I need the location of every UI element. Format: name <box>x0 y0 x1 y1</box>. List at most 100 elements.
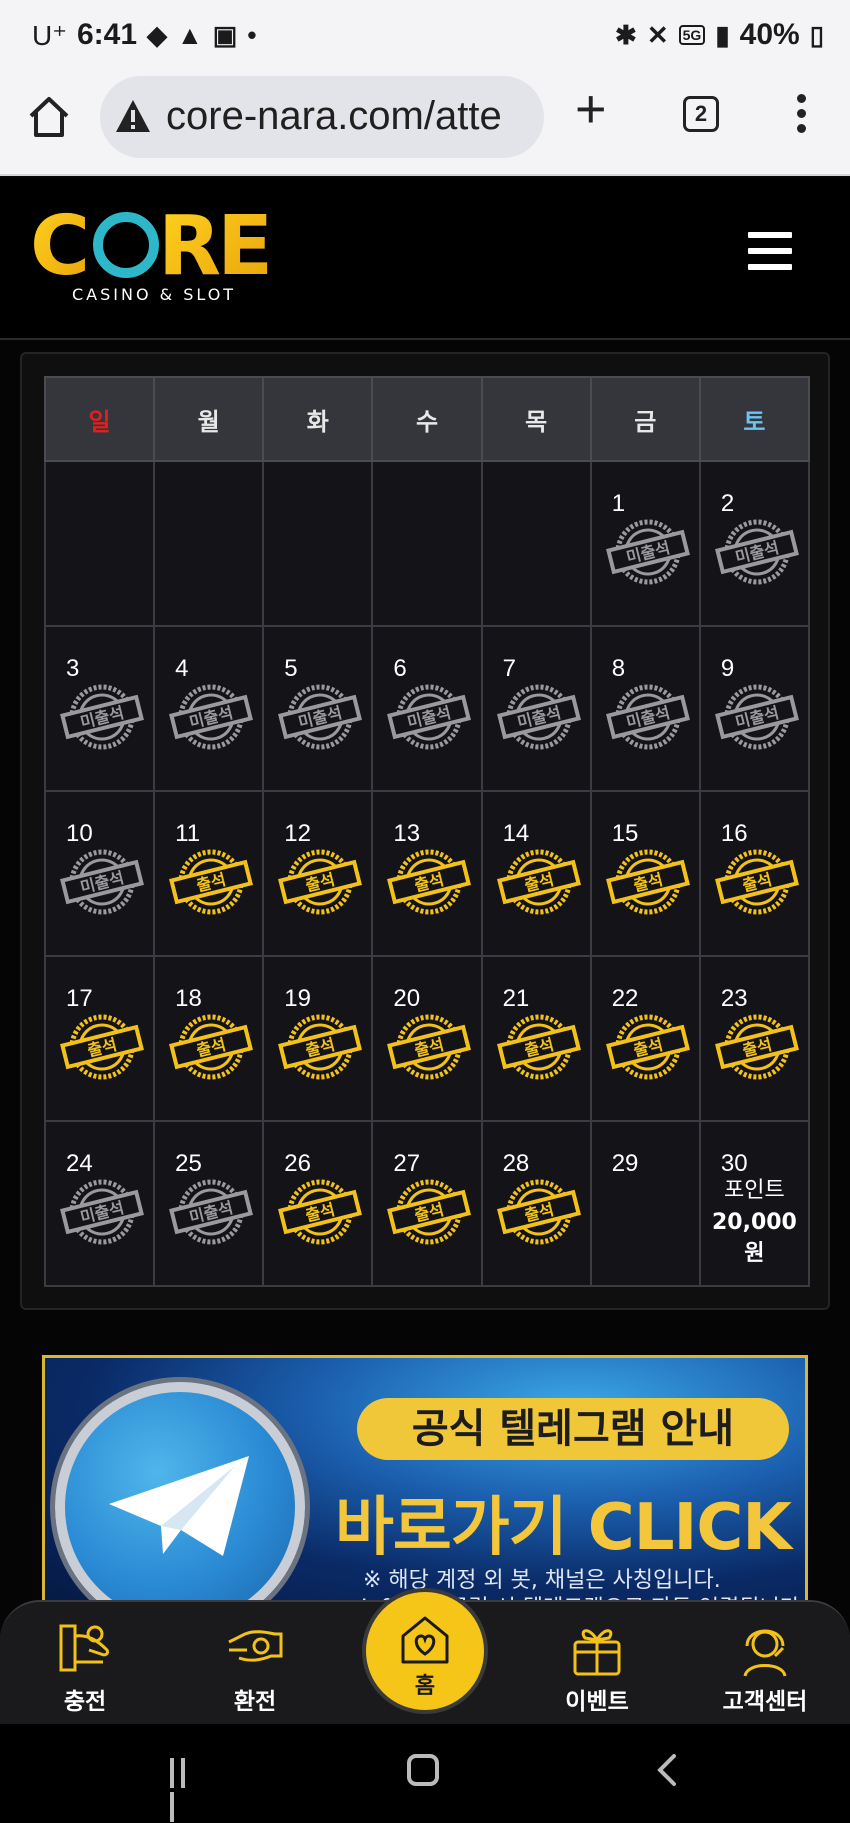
missed-stamp: 미출석 <box>605 519 690 585</box>
paper-plane-icon <box>109 1456 249 1556</box>
hamburger-menu-icon[interactable] <box>748 232 792 270</box>
calendar-day-13[interactable]: 13 출석 <box>371 790 483 957</box>
url-text[interactable]: core-nara.com/atte <box>166 94 502 139</box>
more-menu-icon[interactable] <box>795 94 807 140</box>
nav-event-label: 이벤트 <box>565 1689 629 1715</box>
missed-stamp: 미출석 <box>60 684 144 750</box>
attended-stamp: 출석 <box>496 849 581 915</box>
calendar-day-14[interactable]: 14 출석 <box>480 790 592 957</box>
back-icon[interactable] <box>652 1752 682 1788</box>
calendar-empty-cell <box>153 460 265 627</box>
svg-text:RE: RE <box>158 204 269 294</box>
voicemail-icon: ▣ <box>212 19 238 50</box>
missed-stamp: 미출석 <box>169 1179 254 1245</box>
calendar-day-28[interactable]: 28 출석 <box>480 1120 592 1287</box>
calendar-empty-cell <box>480 460 592 627</box>
attended-stamp: 출석 <box>496 1014 581 1080</box>
deposit-hand-icon <box>59 1624 109 1672</box>
gift-icon <box>573 1629 621 1676</box>
browser-toolbar: core-nara.com/atte + 2 <box>0 72 850 176</box>
new-tab-button[interactable]: + <box>575 82 607 136</box>
reward-label: 포인트 <box>724 1178 785 1203</box>
android-nav-bar <box>0 1724 850 1823</box>
calendar-day-17[interactable]: 17 출석 <box>43 955 156 1122</box>
calendar-day-20[interactable]: 20 출석 <box>371 955 483 1122</box>
nav-deposit-label: 충전 <box>63 1689 107 1715</box>
nav-support[interactable]: 고객센터 <box>700 1620 830 1716</box>
nav-home-label: 홈 <box>414 1674 436 1699</box>
address-bar[interactable]: core-nara.com/atte <box>100 76 544 158</box>
attended-stamp: 출석 <box>60 1014 144 1080</box>
attended-stamp: 출석 <box>169 849 254 915</box>
core-logo[interactable]: C RE CASINO & SLOT <box>30 204 290 304</box>
missed-stamp: 미출석 <box>278 684 363 750</box>
calendar-day-12[interactable]: 12 출석 <box>262 790 374 957</box>
carrier-label: U⁺ <box>32 19 67 51</box>
calendar-day-5[interactable]: 5 미출석 <box>262 625 374 792</box>
attended-stamp: 출석 <box>278 1179 363 1245</box>
home-heart-icon <box>401 1616 449 1664</box>
nav-deposit[interactable]: 충전 <box>20 1620 150 1716</box>
calendar-day-6[interactable]: 6 미출석 <box>371 625 483 792</box>
reward-value: 20,000 원 <box>711 1210 797 1266</box>
missed-stamp: 미출석 <box>605 684 690 750</box>
calendar-day-2[interactable]: 2 미출석 <box>698 460 811 627</box>
calendar-day-18[interactable]: 18 출석 <box>153 955 265 1122</box>
calendar-day-30[interactable]: 30 포인트 20,000 원 <box>698 1120 811 1287</box>
clock: 6:41 <box>77 18 138 51</box>
missed-stamp: 미출석 <box>60 849 144 915</box>
missed-stamp: 미출석 <box>714 684 799 750</box>
calendar-day-8[interactable]: 8 미출석 <box>589 625 701 792</box>
calendar-week-row: 17 출석 18 출석 19 출석 20 출석 21 출석 22 출석 23 출석 <box>43 955 811 1122</box>
calendar-day-25[interactable]: 25 미출석 <box>153 1120 265 1287</box>
calendar-day-24[interactable]: 24 미출석 <box>43 1120 156 1287</box>
calendar-day-27[interactable]: 27 출석 <box>371 1120 483 1287</box>
nav-home-button[interactable]: 홈 <box>362 1588 488 1714</box>
bluetooth-icon: ✱ <box>615 19 637 50</box>
battery-icon: ▯ <box>809 19 824 50</box>
calendar-day-15[interactable]: 15 출석 <box>589 790 701 957</box>
browser-home-icon[interactable] <box>26 94 72 140</box>
mute-icon: ✕ <box>646 19 669 50</box>
calendar-day-23[interactable]: 23 출석 <box>698 955 811 1122</box>
weekday-friday: 금 <box>589 376 701 462</box>
calendar-day-4[interactable]: 4 미출석 <box>153 625 265 792</box>
status-left: U⁺ 6:41 ◆ ▲ ▣ • <box>32 18 256 52</box>
calendar-day-10[interactable]: 10 미출석 <box>43 790 156 957</box>
signal-icon: ▮ <box>715 19 730 50</box>
calendar-day-22[interactable]: 22 출석 <box>589 955 701 1122</box>
calendar-day-11[interactable]: 11 출석 <box>153 790 265 957</box>
calendar-day-1[interactable]: 1 미출석 <box>589 460 701 627</box>
banner-title: 공식 텔레그램 안내 <box>357 1398 789 1460</box>
status-right: ✱ ✕ 5G ▮ 40% ▯ <box>615 18 824 52</box>
calendar-day-21[interactable]: 21 출석 <box>480 955 592 1122</box>
attended-stamp: 출석 <box>714 849 799 915</box>
nav-event[interactable]: 이벤트 <box>532 1620 662 1716</box>
calendar-day-19[interactable]: 19 출석 <box>262 955 374 1122</box>
calendar-day-29[interactable]: 29 <box>589 1120 701 1287</box>
calendar-day-3[interactable]: 3 미출석 <box>43 625 156 792</box>
pill-icon: ◆ <box>147 19 168 50</box>
calendar-day-16[interactable]: 16 출석 <box>698 790 811 957</box>
svg-text:C: C <box>30 204 86 294</box>
attendance-calendar: 일 월 화 수 목 금 토 1 미출석 2 미출석 3 미출석 4 미출석 5 미출석 6 미출석 7 미… <box>43 376 811 1287</box>
android-home-icon[interactable] <box>407 1754 439 1786</box>
weekday-monday: 월 <box>153 376 265 462</box>
svg-text:CASINO & SLOT: CASINO & SLOT <box>72 285 236 304</box>
calendar-day-26[interactable]: 26 출석 <box>262 1120 374 1287</box>
battery-percent: 40% <box>739 18 800 51</box>
not-secure-warning-icon[interactable] <box>114 98 152 134</box>
telegram-banner[interactable]: 공식 텔레그램 안내 바로가기 CLICK ※ 해당 계정 외 봇, 채널은 사… <box>42 1355 808 1605</box>
attended-stamp: 출석 <box>278 849 363 915</box>
missed-stamp: 미출석 <box>496 684 581 750</box>
calendar-day-7[interactable]: 7 미출석 <box>480 625 592 792</box>
calendar-day-9[interactable]: 9 미출석 <box>698 625 811 792</box>
tab-switcher-button[interactable]: 2 <box>683 96 719 132</box>
attended-stamp: 출석 <box>714 1014 799 1080</box>
alert-icon: ▲ <box>177 19 203 50</box>
attended-stamp: 출석 <box>387 1179 472 1245</box>
attended-stamp: 출석 <box>387 849 472 915</box>
nav-withdraw[interactable]: 환전 <box>190 1620 320 1716</box>
recent-apps-icon[interactable] <box>170 1758 202 1822</box>
weekday-wednesday: 수 <box>371 376 483 462</box>
